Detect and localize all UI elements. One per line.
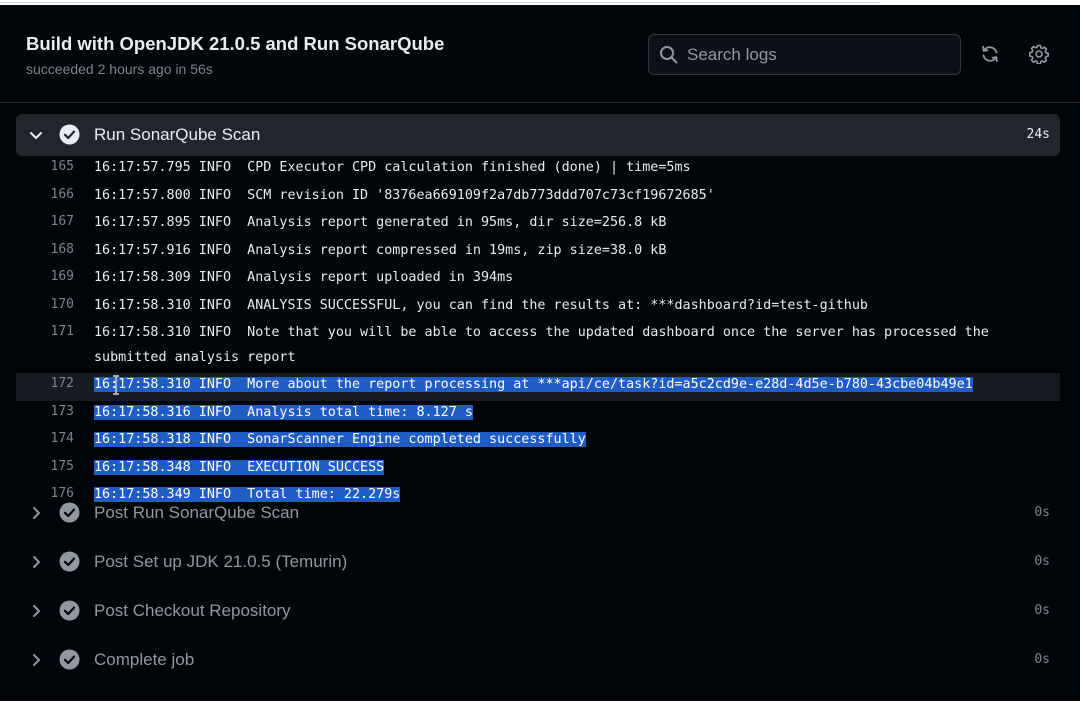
settings-button[interactable] <box>1026 41 1052 67</box>
check-circle-icon <box>59 551 80 572</box>
log-line[interactable]: 170 16:17:58.310 INFO ANALYSIS SUCCESSFUL… <box>16 294 1060 322</box>
log-line[interactable]: 175 16:17:58.348 INFO EXECUTION SUCCESS <box>16 456 1060 484</box>
search-logs-input[interactable] <box>687 35 955 74</box>
check-circle-icon <box>59 124 80 145</box>
line-number[interactable]: 165 <box>16 159 74 174</box>
log-text-content: 16:17:57.795 INFO CPD Executor CPD calcu… <box>94 160 691 175</box>
log-line[interactable]: 168 16:17:57.916 INFO Analysis report com… <box>16 239 1060 267</box>
check-circle-icon <box>59 649 80 670</box>
log-line[interactable]: 167 16:17:57.895 INFO Analysis report gen… <box>16 211 1060 239</box>
job-header: Build with OpenJDK 21.0.5 and Run SonarQ… <box>0 5 1080 103</box>
refresh-icon <box>982 45 998 63</box>
step-duration: 24s <box>1026 127 1050 142</box>
step-name: Post Checkout Repository <box>94 601 291 620</box>
step-duration: 0s <box>1034 603 1050 618</box>
log-line[interactable]: 165 16:17:57.795 INFO CPD Executor CPD ca… <box>16 156 1060 184</box>
line-number[interactable]: 170 <box>16 297 74 312</box>
log-line[interactable]: 169 16:17:58.309 INFO Analysis report upl… <box>16 266 1060 294</box>
log-line[interactable]: 172 16:17:58.310 INFO More about the repo… <box>16 373 1060 401</box>
step-post-set-up-jdk-21-0-5-temurin[interactable]: Post Set up JDK 21.0.5 (Temurin) 0s <box>16 541 1060 583</box>
search-icon <box>660 46 678 64</box>
job-log-panel: Build with OpenJDK 21.0.5 and Run SonarQ… <box>0 5 1080 701</box>
log-line[interactable]: 173 16:17:58.316 INFO Analysis total time… <box>16 401 1060 429</box>
log-line[interactable]: 174 16:17:58.318 INFO SonarScanner Engine… <box>16 428 1060 456</box>
log-text-content: 16:17:58.309 INFO Analysis report upload… <box>94 270 514 285</box>
log-text: 16:17:57.895 INFO Analysis report genera… <box>94 208 994 236</box>
step-name: Complete job <box>94 650 195 669</box>
line-number[interactable]: 167 <box>16 214 74 229</box>
step-complete-job[interactable]: Complete job 0s <box>16 639 1060 681</box>
log-output[interactable]: 165 16:17:57.795 INFO CPD Executor CPD ca… <box>16 156 1060 511</box>
line-number[interactable]: 172 <box>16 376 74 391</box>
job-status: succeeded 2 hours ago in 56s <box>26 61 213 77</box>
chevron-down-icon[interactable] <box>28 127 44 143</box>
step-duration: 0s <box>1034 554 1050 569</box>
log-text-content: 16:17:58.310 INFO More about the report … <box>94 377 973 392</box>
log-text: 16:17:58.348 INFO EXECUTION SUCCESS <box>94 453 994 481</box>
line-number[interactable]: 173 <box>16 404 74 419</box>
log-line[interactable]: 171 16:17:58.310 INFO Note that you will … <box>16 321 1060 373</box>
step-post-run-sonarqube-scan[interactable]: Post Run SonarQube Scan 0s <box>16 492 1060 534</box>
check-circle-icon <box>59 600 80 621</box>
line-number[interactable]: 171 <box>16 324 74 339</box>
line-number[interactable]: 174 <box>16 431 74 446</box>
log-text: 16:17:57.916 INFO Analysis report compre… <box>94 236 994 264</box>
log-text: 16:17:58.310 INFO ANALYSIS SUCCESSFUL, y… <box>94 291 994 319</box>
gear-icon <box>1029 44 1049 64</box>
step-run-sonarqube-scan[interactable]: Run SonarQube Scan 24s <box>16 114 1060 156</box>
line-number[interactable]: 168 <box>16 242 74 257</box>
step-duration: 0s <box>1034 505 1050 520</box>
line-number[interactable]: 166 <box>16 187 74 202</box>
log-text-content: 16:17:58.348 INFO EXECUTION SUCCESS <box>94 459 385 475</box>
step-name: Post Run SonarQube Scan <box>94 503 300 522</box>
log-text: 16:17:58.309 INFO Analysis report upload… <box>94 263 994 291</box>
log-text-content: 16:17:57.800 INFO SCM revision ID '8376e… <box>94 187 715 203</box>
step-name: Run SonarQube Scan <box>94 125 261 144</box>
line-number[interactable]: 169 <box>16 269 74 284</box>
log-text-content: 16:17:58.310 INFO Note that you will be … <box>94 325 997 365</box>
log-text: 16:17:58.310 INFO Note that you will be … <box>94 318 994 370</box>
log-text-content: 16:17:58.318 INFO SonarScanner Engine co… <box>94 432 586 447</box>
step-duration: 0s <box>1034 652 1050 667</box>
log-text: 16:17:57.795 INFO CPD Executor CPD calcu… <box>94 153 994 181</box>
log-text: 16:17:57.800 INFO SCM revision ID '8376e… <box>94 181 994 209</box>
search-logs-box[interactable] <box>648 34 961 75</box>
chevron-right-icon[interactable] <box>28 554 44 570</box>
log-text-content: 16:17:57.895 INFO Analysis report genera… <box>94 215 667 230</box>
log-text-content: 16:17:58.316 INFO Analysis total time: 8… <box>94 404 473 420</box>
line-number[interactable]: 175 <box>16 459 74 474</box>
refresh-button[interactable] <box>977 41 1003 67</box>
job-title: Build with OpenJDK 21.0.5 and Run SonarQ… <box>26 33 445 54</box>
chevron-right-icon[interactable] <box>28 652 44 668</box>
log-text: 16:17:58.318 INFO SonarScanner Engine co… <box>94 425 994 453</box>
log-text: 16:17:58.310 INFO More about the report … <box>94 370 994 398</box>
log-text: 16:17:58.316 INFO Analysis total time: 8… <box>94 398 994 426</box>
log-text-content: 16:17:57.916 INFO Analysis report compre… <box>94 242 667 258</box>
check-circle-icon <box>59 502 80 523</box>
log-line[interactable]: 166 16:17:57.800 INFO SCM revision ID '83… <box>16 184 1060 212</box>
text-cursor-icon <box>113 375 119 395</box>
step-name: Post Set up JDK 21.0.5 (Temurin) <box>94 552 348 571</box>
chevron-right-icon[interactable] <box>28 603 44 619</box>
chevron-right-icon[interactable] <box>28 505 44 521</box>
log-text-content: 16:17:58.310 INFO ANALYSIS SUCCESSFUL, y… <box>94 297 868 313</box>
step-post-checkout-repository[interactable]: Post Checkout Repository 0s <box>16 590 1060 632</box>
